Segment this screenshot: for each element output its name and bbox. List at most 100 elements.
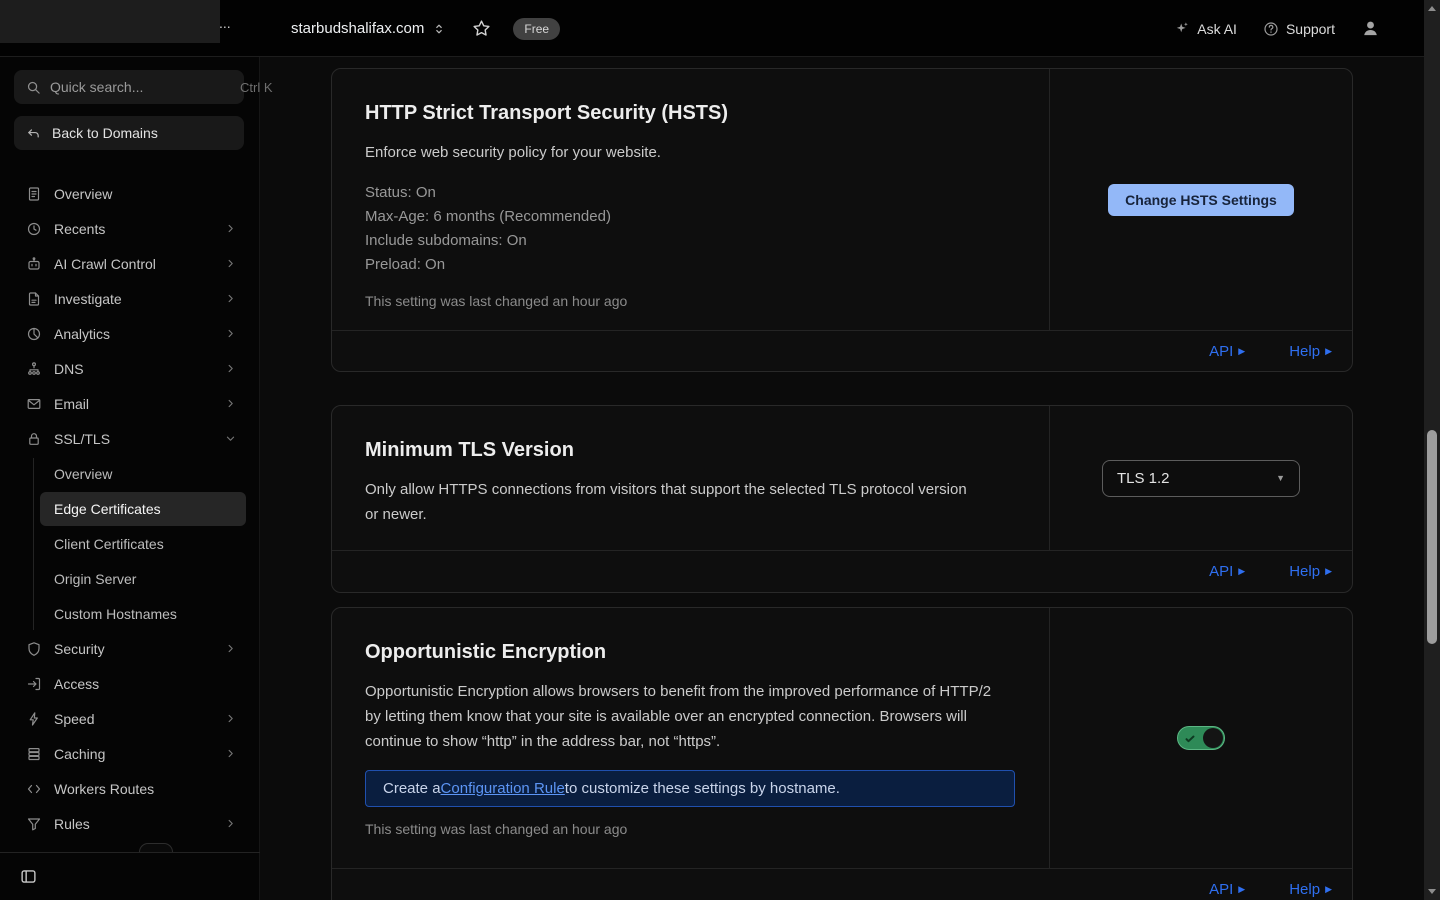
search-icon xyxy=(26,80,41,95)
sidebar-subitem-custom-hostnames[interactable]: Custom Hostnames xyxy=(0,596,260,631)
hsts-title: HTTP Strict Transport Security (HSTS) xyxy=(365,100,1009,126)
tls-version-select[interactable]: TLS 1.2 ▼ xyxy=(1102,460,1300,497)
sidebar-item-security[interactable]: Security xyxy=(0,631,260,666)
play-arrow-icon: ▶ xyxy=(1325,567,1332,576)
submenu-guide-line xyxy=(33,458,34,630)
robot-icon xyxy=(26,256,42,272)
sidebar-subitem-label-selected: Edge Certificates xyxy=(40,492,246,526)
check-icon xyxy=(1185,734,1195,744)
toggle-knob xyxy=(1203,728,1223,748)
sidebar-item-speed[interactable]: Speed xyxy=(0,701,260,736)
sidebar-item-ssl-tls[interactable]: SSL/TLS xyxy=(0,421,260,456)
sidebar-subitem-label: Custom Hostnames xyxy=(40,597,246,631)
file-search-icon xyxy=(26,291,42,307)
page-scrollbar[interactable] xyxy=(1424,0,1440,900)
sidebar-item-label: Overview xyxy=(54,186,112,202)
hsts-status: Status: On xyxy=(365,181,1009,205)
network-tree-icon xyxy=(26,361,42,377)
sidebar-subitem-edge-certificates[interactable]: Edge Certificates xyxy=(0,491,260,526)
sidebar-subitem-label: Origin Server xyxy=(40,562,246,596)
sidebar-item-email[interactable]: Email xyxy=(0,386,260,421)
ask-ai-label: Ask AI xyxy=(1197,21,1237,37)
sidebar-item-label: SSL/TLS xyxy=(54,431,110,447)
sidebar-item-label: Caching xyxy=(54,746,105,762)
sidebar-item-label: Recents xyxy=(54,221,105,237)
domain-selector[interactable]: starbudshalifax.com Free xyxy=(291,0,560,57)
scroll-down-arrow[interactable] xyxy=(1428,889,1436,894)
quick-search[interactable]: Ctrl K xyxy=(14,70,244,104)
sidebar-item-recents[interactable]: Recents xyxy=(0,211,260,246)
hsts-preload: Preload: On xyxy=(365,253,1009,277)
back-to-domains-button[interactable]: Back to Domains xyxy=(14,116,244,150)
account-menu-overflow[interactable]: ... xyxy=(219,15,231,31)
shield-icon xyxy=(26,641,42,657)
min-tls-api-link[interactable]: API ▶ xyxy=(1209,563,1245,580)
user-avatar-icon[interactable] xyxy=(1361,19,1380,38)
funnel-icon xyxy=(26,816,42,832)
scrollbar-thumb[interactable] xyxy=(1427,430,1437,644)
sidebar-item-label: Analytics xyxy=(54,326,110,342)
hsts-max-age: Max-Age: 6 months (Recommended) xyxy=(365,205,1009,229)
play-arrow-icon: ▶ xyxy=(1238,347,1245,356)
chevron-right-icon xyxy=(225,748,236,759)
clock-icon xyxy=(26,221,42,237)
sidebar-item-label: Rules xyxy=(54,816,90,832)
login-arrow-icon xyxy=(26,676,42,692)
chevron-right-icon xyxy=(225,818,236,829)
opportunistic-encryption-toggle[interactable] xyxy=(1177,726,1225,750)
help-link-label: Help xyxy=(1289,343,1320,360)
play-arrow-icon: ▶ xyxy=(1325,347,1332,356)
change-hsts-settings-button[interactable]: Change HSTS Settings xyxy=(1108,184,1294,216)
min-tls-help-link[interactable]: Help ▶ xyxy=(1289,563,1332,580)
sidebar-subitem-label: Client Certificates xyxy=(40,527,246,561)
api-link-label: API xyxy=(1209,343,1233,360)
oe-help-link[interactable]: Help ▶ xyxy=(1289,881,1332,898)
hsts-api-link[interactable]: API ▶ xyxy=(1209,343,1245,360)
sparkle-icon xyxy=(1174,21,1190,37)
scroll-indicator xyxy=(139,843,173,852)
top-bar: ... starbudshalifax.com Free Ask AI Supp… xyxy=(0,0,1424,57)
sidebar-subitem-label: Overview xyxy=(40,457,246,491)
api-link-label: API xyxy=(1209,563,1233,580)
sidebar-subitem-client-certificates[interactable]: Client Certificates xyxy=(0,526,260,561)
back-to-domains-label: Back to Domains xyxy=(52,125,158,141)
oe-description: Opportunistic Encryption allows browsers… xyxy=(365,679,1009,754)
oe-last-changed: This setting was last changed an hour ag… xyxy=(365,821,1009,837)
sidebar-item-dns[interactable]: DNS xyxy=(0,351,260,386)
search-input[interactable] xyxy=(50,79,231,95)
tls-version-value: TLS 1.2 xyxy=(1117,470,1170,487)
sidebar-item-workers-routes[interactable]: Workers Routes xyxy=(0,771,260,806)
hsts-description: Enforce web security policy for your web… xyxy=(365,140,1009,165)
chevron-right-icon xyxy=(225,713,236,724)
hsts-help-link[interactable]: Help ▶ xyxy=(1289,343,1332,360)
sidebar-subitem-ssl-overview[interactable]: Overview xyxy=(0,456,260,491)
configuration-rule-link[interactable]: Configuration Rule xyxy=(441,780,565,797)
main-content: HTTP Strict Transport Security (HSTS) En… xyxy=(260,57,1424,900)
sidebar-item-access[interactable]: Access xyxy=(0,666,260,701)
sidebar-subitem-origin-server[interactable]: Origin Server xyxy=(0,561,260,596)
support-button[interactable]: Support xyxy=(1263,21,1335,37)
lock-icon xyxy=(26,431,42,447)
sidebar-item-rules[interactable]: Rules xyxy=(0,806,260,841)
favorite-star-icon[interactable] xyxy=(472,19,491,38)
sidebar-item-label: Investigate xyxy=(54,291,122,307)
sidebar-item-caching[interactable]: Caching xyxy=(0,736,260,771)
sidebar-item-analytics[interactable]: Analytics xyxy=(0,316,260,351)
sidebar-nav: Overview Recents AI Crawl Control Invest… xyxy=(0,176,260,841)
chevron-up-down-icon[interactable] xyxy=(432,22,446,36)
caret-down-icon: ▼ xyxy=(1276,473,1285,483)
hsts-card: HTTP Strict Transport Security (HSTS) En… xyxy=(331,68,1353,372)
chevron-right-icon xyxy=(225,223,236,234)
ask-ai-button[interactable]: Ask AI xyxy=(1174,21,1237,37)
lightning-icon xyxy=(26,711,42,727)
collapse-sidebar-button[interactable] xyxy=(20,868,37,885)
sidebar-item-ai-crawl-control[interactable]: AI Crawl Control xyxy=(0,246,260,281)
scroll-up-arrow[interactable] xyxy=(1428,6,1436,11)
sidebar-item-label: Access xyxy=(54,676,99,692)
sidebar-item-label: Speed xyxy=(54,711,94,727)
oe-api-link[interactable]: API ▶ xyxy=(1209,881,1245,898)
sidebar-item-label: Workers Routes xyxy=(54,781,154,797)
code-brackets-icon xyxy=(26,781,42,797)
sidebar-item-investigate[interactable]: Investigate xyxy=(0,281,260,316)
sidebar-item-overview[interactable]: Overview xyxy=(0,176,260,211)
